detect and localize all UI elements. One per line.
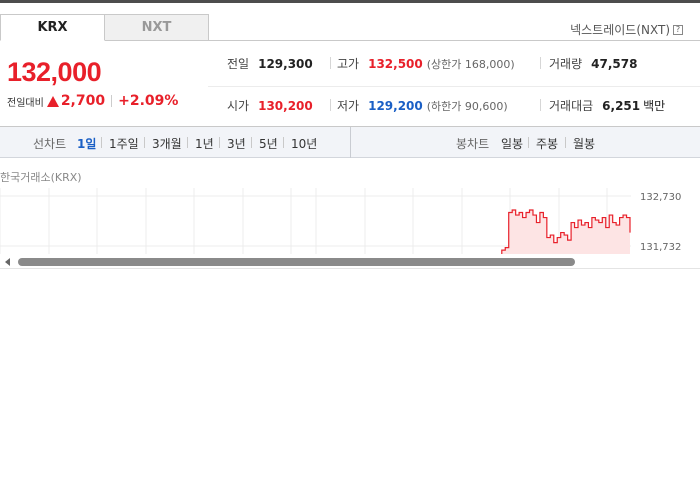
stat-low: 저가 129,200 (하한가 90,600) (337, 97, 508, 114)
stat-divider (540, 57, 541, 69)
change-percent: +2.09% (118, 93, 179, 109)
stat-value: 47,578 (591, 56, 638, 71)
stat-label: 전일 (227, 57, 250, 71)
period-1year[interactable]: 1년 (195, 135, 214, 152)
chart-svg: 132,730 131,732 (0, 188, 681, 254)
period-separator (144, 137, 145, 148)
candle-daily[interactable]: 일봉 (501, 135, 523, 152)
stat-value: 130,200 (258, 98, 313, 113)
stat-label: 시가 (227, 99, 250, 113)
stat-label: 고가 (337, 57, 360, 71)
period-3month[interactable]: 3개월 (152, 135, 182, 152)
tab-underline (208, 40, 700, 41)
tab-nxt[interactable]: NXT (105, 14, 209, 41)
stat-divider (540, 99, 541, 111)
stat-amount: 거래대금 6,251 백만 (549, 97, 665, 114)
market-tabs: KRX NXT (0, 14, 209, 41)
lower-limit: (하한가 90,600) (426, 99, 508, 113)
scroll-thumb[interactable] (18, 258, 575, 266)
top-rule (0, 0, 700, 3)
period-separator (187, 137, 188, 148)
nxt-link-label: 넥스트레이드(NXT) (570, 23, 670, 37)
stat-value: 129,200 (368, 98, 423, 113)
current-price: 132,000 (7, 57, 102, 87)
stat-value: 6,251 (602, 98, 641, 113)
stat-unit: 백만 (643, 99, 666, 113)
period-3year[interactable]: 3년 (227, 135, 246, 152)
exchange-label: 한국거래소(KRX) (0, 171, 82, 184)
period-separator (565, 137, 566, 148)
period-1day[interactable]: 1일 (77, 135, 96, 152)
period-5year[interactable]: 5년 (259, 135, 278, 152)
period-separator (219, 137, 220, 148)
scroll-left-arrow-icon[interactable] (5, 258, 10, 266)
period-bar-divider (350, 127, 351, 158)
chart-scrollbar[interactable] (0, 254, 700, 269)
change-value: 2,700 (60, 93, 106, 109)
period-separator (101, 137, 102, 148)
period-separator (251, 137, 252, 148)
tab-krx[interactable]: KRX (0, 14, 105, 41)
chart-period-bar: 선차트 1일 1주일 3개월 1년 3년 5년 10년 봉차트 일봉 주봉 월봉 (0, 127, 700, 158)
change-separator (111, 95, 113, 107)
stat-high: 고가 132,500 (상한가 168,000) (337, 55, 515, 72)
stat-open: 시가 130,200 (227, 97, 313, 114)
period-10year[interactable]: 10년 (291, 135, 317, 152)
stat-value: 132,500 (368, 56, 423, 71)
stat-label: 저가 (337, 99, 360, 113)
upper-limit: (상한가 168,000) (426, 57, 515, 71)
y-tick-label: 132,730 (640, 192, 681, 203)
y-tick-label: 131,732 (640, 242, 681, 253)
period-separator (283, 137, 284, 148)
candle-weekly[interactable]: 주봉 (536, 135, 558, 152)
help-icon[interactable]: ? (673, 24, 683, 35)
candle-chart-title: 봉차트 (456, 137, 490, 151)
nxt-info-link[interactable]: 넥스트레이드(NXT) ? (570, 21, 683, 38)
stats-row-divider (208, 86, 700, 87)
period-1week[interactable]: 1주일 (109, 135, 139, 152)
candle-monthly[interactable]: 월봉 (573, 135, 595, 152)
stat-divider (330, 57, 331, 69)
intraday-chart: 132,730 131,732 (0, 188, 700, 254)
stat-prev-close: 전일 129,300 (227, 55, 313, 72)
period-separator (528, 137, 529, 148)
line-chart-title: 선차트 (33, 137, 67, 151)
stat-value: 129,300 (258, 56, 313, 71)
price-change-row: 전일대비 2,700 +2.09% (7, 93, 178, 109)
stat-divider (330, 99, 331, 111)
up-triangle-icon (46, 95, 59, 107)
stat-label: 거래량 (549, 57, 583, 71)
stat-label: 거래대금 (549, 99, 594, 113)
change-label: 전일대비 (7, 97, 44, 109)
stat-volume: 거래량 47,578 (549, 55, 637, 72)
price-area-fill (481, 210, 630, 254)
